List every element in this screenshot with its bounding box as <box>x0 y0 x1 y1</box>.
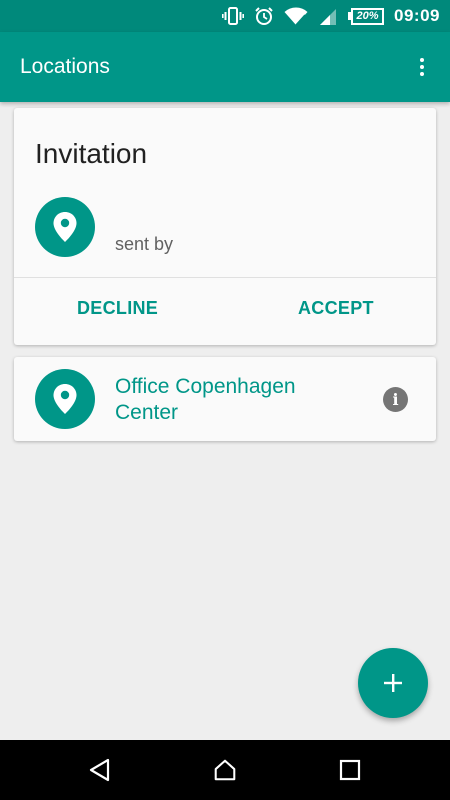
location-avatar <box>35 197 95 257</box>
status-bar: 20% 09:09 <box>0 0 450 32</box>
info-icon[interactable]: i <box>383 387 408 412</box>
page-title: Locations <box>20 55 110 78</box>
wifi-icon <box>284 6 308 26</box>
alarm-icon <box>254 6 274 26</box>
location-list-item[interactable]: Office Copenhagen Center i <box>14 357 436 441</box>
invitation-title: Invitation <box>35 138 148 169</box>
divider <box>14 277 436 278</box>
add-icon <box>384 674 402 692</box>
location-name[interactable]: Office Copenhagen Center <box>115 374 345 426</box>
clock: 09:09 <box>394 6 440 25</box>
navigation-bar <box>0 740 450 800</box>
recent-apps-icon[interactable] <box>337 757 363 783</box>
location-avatar <box>35 369 95 429</box>
decline-button[interactable]: DECLINE <box>77 298 158 319</box>
location-pin-icon <box>53 212 77 242</box>
invitation-card: Invitation sent by DECLINE ACCEPT <box>14 108 436 345</box>
back-icon[interactable] <box>87 757 113 783</box>
signal-icon <box>318 6 338 26</box>
accept-button[interactable]: ACCEPT <box>298 298 374 319</box>
screen: 20% 09:09 Locations Invitation sent by D… <box>0 0 450 800</box>
vibrate-icon <box>222 6 245 26</box>
battery-icon: 20% <box>348 7 385 25</box>
overflow-menu-icon[interactable] <box>410 52 434 82</box>
add-location-button[interactable] <box>358 648 428 718</box>
app-bar: Locations <box>0 32 450 102</box>
location-pin-icon <box>53 384 77 414</box>
sent-by-label: sent by <box>115 234 174 254</box>
battery-percent: 20% <box>351 7 385 25</box>
home-icon[interactable] <box>212 757 238 783</box>
